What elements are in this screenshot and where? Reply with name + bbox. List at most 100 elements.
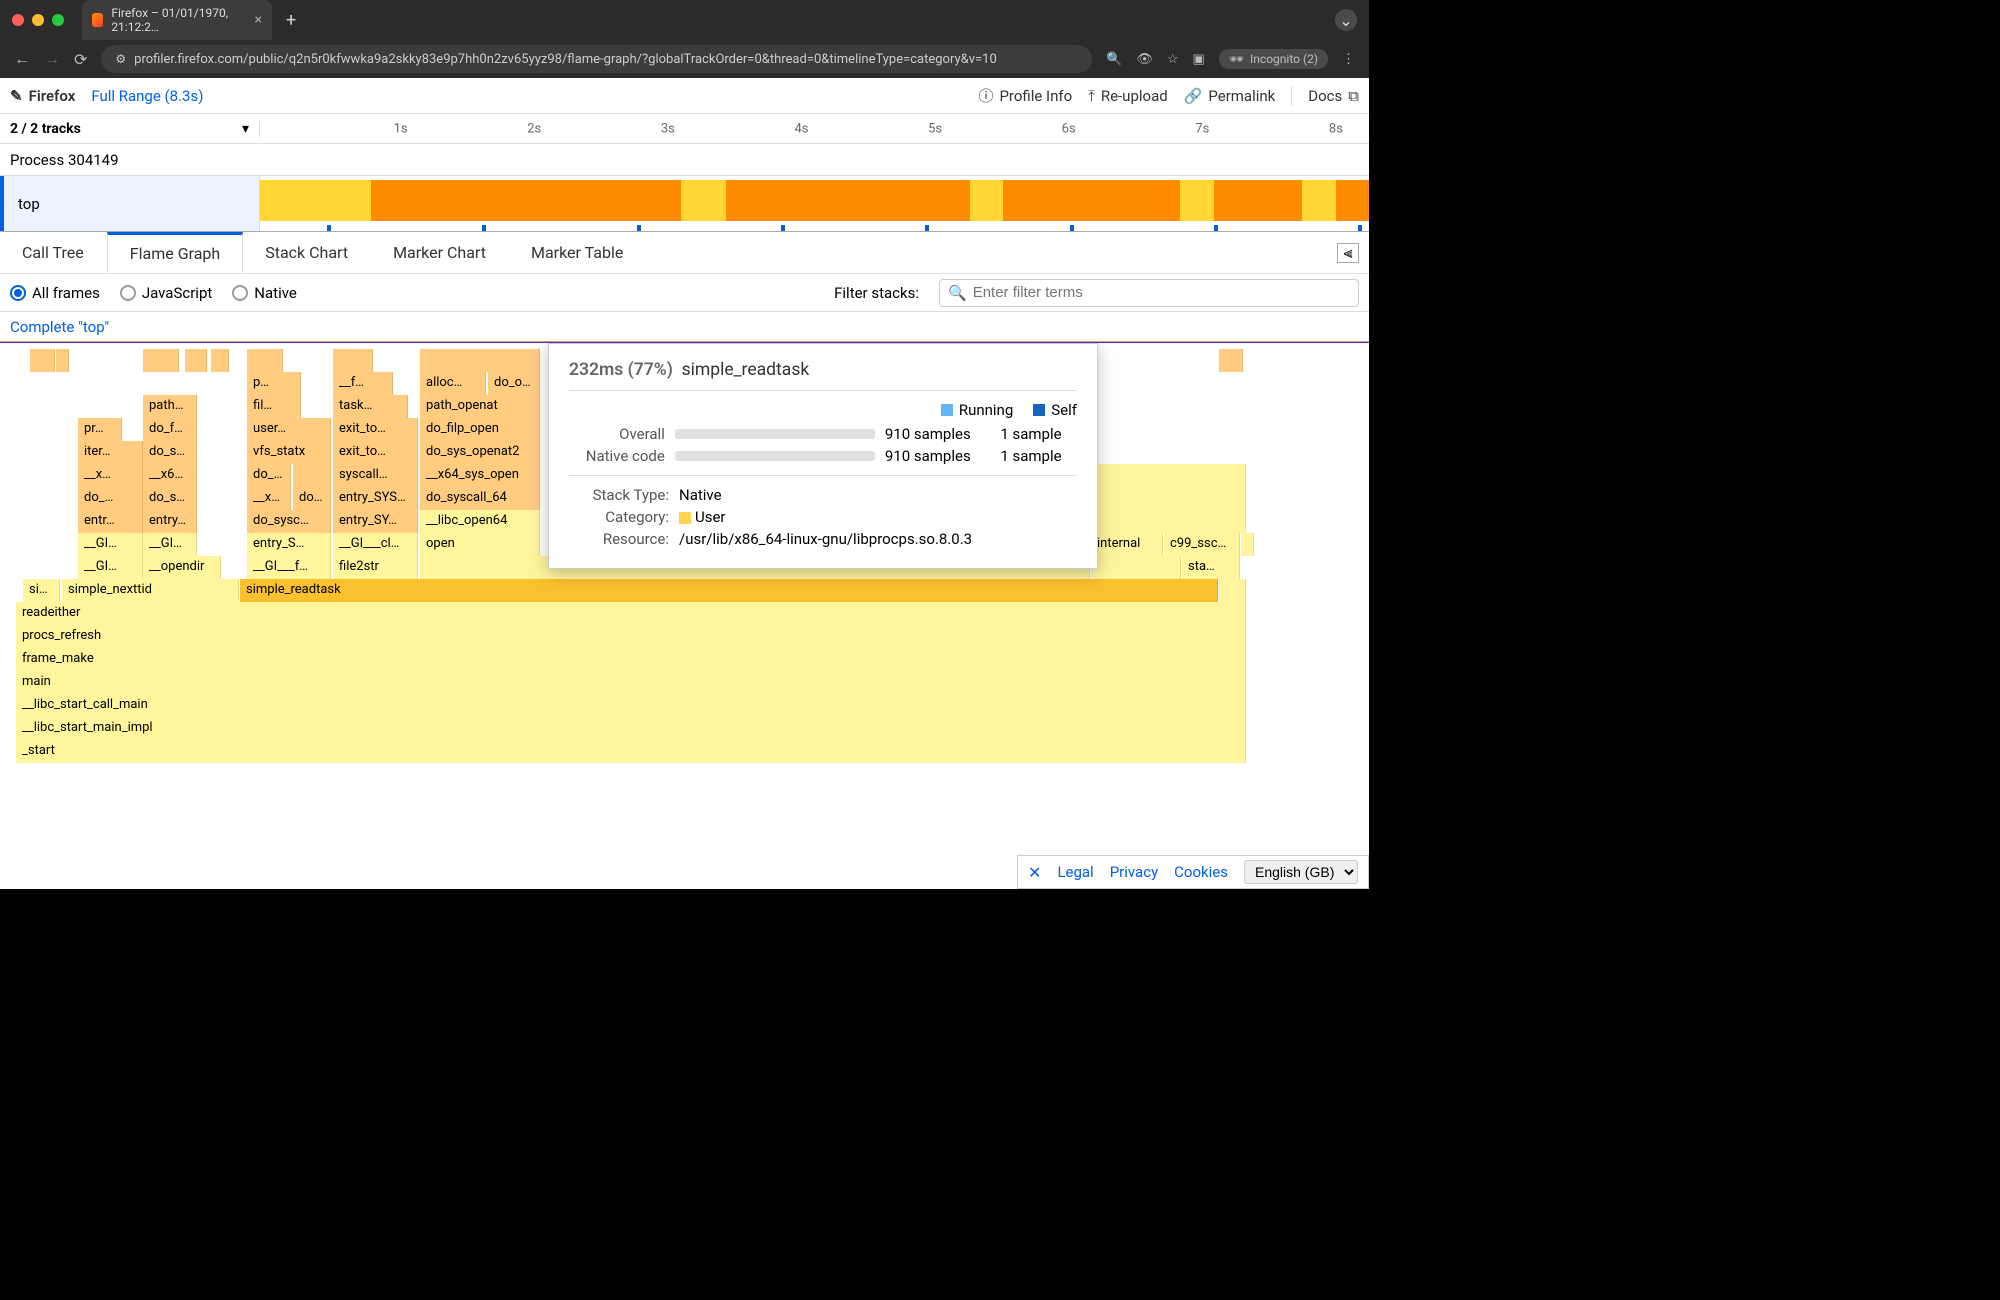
- flame-frame[interactable]: do_f…: [143, 418, 197, 441]
- reupload-button[interactable]: ⤒Re-upload: [1088, 87, 1168, 105]
- process-row[interactable]: Process 304149: [0, 144, 1369, 176]
- flame-frame[interactable]: c99_sscanf: [1164, 533, 1240, 556]
- flame-frame[interactable]: entr…: [78, 510, 143, 533]
- thread-label[interactable]: top: [0, 176, 260, 231]
- flame-frame[interactable]: exit_to…: [333, 441, 418, 464]
- back-icon[interactable]: ←: [14, 49, 30, 69]
- cookies-link[interactable]: Cookies: [1174, 863, 1228, 881]
- flame-frame[interactable]: p…: [247, 372, 301, 395]
- flame-frame[interactable]: __libc_start_main_impl: [16, 717, 1246, 740]
- breadcrumb-link[interactable]: Complete "top": [10, 318, 109, 336]
- flame-frame[interactable]: task…: [333, 395, 408, 418]
- flame-frame[interactable]: entry_SYSCALL: [333, 487, 418, 510]
- profile-name[interactable]: ✎ Firefox: [10, 87, 75, 105]
- flame-frame[interactable]: [1219, 349, 1243, 372]
- flame-frame[interactable]: __x…: [78, 464, 143, 487]
- flame-frame[interactable]: [185, 349, 207, 372]
- flame-frame[interactable]: [1241, 533, 1254, 556]
- flame-frame[interactable]: sta…: [1182, 556, 1240, 579]
- filter-input[interactable]: [973, 284, 1350, 301]
- flame-frame[interactable]: [56, 349, 69, 372]
- flame-frame[interactable]: do_sysc…: [293, 487, 331, 510]
- flame-frame[interactable]: [1091, 510, 1246, 533]
- permalink-button[interactable]: 🔗Permalink: [1184, 87, 1276, 105]
- flame-frame[interactable]: [420, 349, 540, 372]
- flame-frame[interactable]: [1091, 464, 1246, 487]
- flame-frame[interactable]: [42, 349, 55, 372]
- flame-frame[interactable]: __GI…: [78, 533, 143, 556]
- profile-info-button[interactable]: ⓘProfile Info: [978, 85, 1072, 106]
- flame-frame[interactable]: path…: [143, 395, 197, 418]
- flame-frame[interactable]: path_openat: [420, 395, 540, 418]
- thread-activity[interactable]: [260, 176, 1369, 231]
- flame-frame[interactable]: [211, 349, 229, 372]
- flame-frame[interactable]: do_filp_open: [420, 418, 540, 441]
- flame-frame[interactable]: readeither: [16, 602, 1246, 625]
- flame-frame[interactable]: fil…: [247, 395, 301, 418]
- tab-flame-graph[interactable]: Flame Graph: [107, 232, 243, 273]
- radio-javascript[interactable]: JavaScript: [120, 284, 212, 302]
- reload-icon[interactable]: ⟳: [74, 50, 87, 69]
- flame-frame[interactable]: do_sys_openat2: [420, 441, 540, 464]
- forward-icon[interactable]: →: [44, 49, 60, 69]
- flame-frame[interactable]: __opendir: [143, 556, 221, 579]
- tab-close-icon[interactable]: ×: [255, 12, 262, 28]
- language-select[interactable]: English (GB): [1244, 860, 1358, 884]
- zoom-icon[interactable]: 🔍: [1106, 52, 1122, 67]
- footer-close-icon[interactable]: ✕: [1028, 863, 1041, 882]
- flame-frame[interactable]: procs_refresh: [16, 625, 1246, 648]
- flame-frame[interactable]: do_open: [488, 372, 540, 395]
- docs-button[interactable]: Docs⧉: [1308, 87, 1359, 105]
- flame-frame[interactable]: alloc…: [420, 372, 486, 395]
- flame-frame[interactable]: entry_S…: [247, 533, 331, 556]
- flame-frame[interactable]: [1219, 579, 1246, 602]
- flame-frame[interactable]: internal: [1091, 533, 1163, 556]
- flame-frame[interactable]: do_…: [78, 487, 143, 510]
- range-selector[interactable]: Full Range (8.3s): [91, 87, 203, 105]
- tab-call-tree[interactable]: Call Tree: [0, 232, 107, 273]
- collapse-sidebar-icon[interactable]: ⫷: [1337, 243, 1359, 263]
- legal-link[interactable]: Legal: [1057, 863, 1093, 881]
- flame-frame[interactable]: entry…: [143, 510, 197, 533]
- flame-frame[interactable]: _start: [16, 740, 1246, 763]
- flame-frame[interactable]: __x64…: [247, 487, 291, 510]
- flame-frame[interactable]: [333, 349, 373, 372]
- flame-frame[interactable]: entry_SY…: [333, 510, 418, 533]
- tune-icon[interactable]: ⚙: [115, 52, 126, 66]
- flame-frame[interactable]: user…: [247, 418, 331, 441]
- flame-frame[interactable]: vfs_statx: [247, 441, 331, 464]
- flame-frame[interactable]: [1091, 556, 1181, 579]
- flame-frame[interactable]: do_s…: [143, 487, 197, 510]
- minimize-window-icon[interactable]: [32, 14, 44, 26]
- url-field[interactable]: ⚙ profiler.firefox.com/public/q2n5r0kfww…: [101, 45, 1092, 73]
- maximize-window-icon[interactable]: [52, 14, 64, 26]
- flame-frame[interactable]: [143, 349, 179, 372]
- flame-frame[interactable]: syscall…: [333, 464, 418, 487]
- flame-frame[interactable]: do_s…: [143, 441, 197, 464]
- browser-tab[interactable]: Firefox – 01/01/1970, 21:12:2… ×: [82, 0, 272, 40]
- flame-frame[interactable]: __x6…: [143, 464, 197, 487]
- tab-marker-chart[interactable]: Marker Chart: [371, 232, 509, 273]
- menu-icon[interactable]: ⋮: [1342, 52, 1355, 67]
- flame-frame[interactable]: open: [420, 533, 540, 556]
- eye-off-icon[interactable]: 👁: [1136, 52, 1153, 67]
- flame-frame[interactable]: __libc_start_call_main: [16, 694, 1246, 717]
- flame-frame[interactable]: file2str: [333, 556, 418, 579]
- tracks-selector[interactable]: 2 / 2 tracks ▾: [0, 121, 260, 137]
- flame-frame[interactable]: __GI…: [143, 533, 197, 556]
- flame-graph[interactable]: 232ms (77%) simple_readtask Running Self…: [0, 342, 1369, 889]
- privacy-link[interactable]: Privacy: [1110, 863, 1158, 881]
- flame-frame[interactable]: [247, 349, 283, 372]
- incognito-badge[interactable]: 🕶 Incognito (2): [1219, 49, 1328, 69]
- flame-frame[interactable]: iter…: [78, 441, 143, 464]
- flame-frame[interactable]: [293, 464, 331, 487]
- flame-frame[interactable]: __x64_sys_open: [420, 464, 540, 487]
- flame-frame[interactable]: __GI…: [78, 556, 143, 579]
- flame-frame[interactable]: do_sysc…: [247, 510, 331, 533]
- flame-frame[interactable]: si…: [23, 579, 60, 602]
- flame-frame[interactable]: simple_readtask: [240, 579, 1218, 602]
- tab-stack-chart[interactable]: Stack Chart: [243, 232, 371, 273]
- flame-frame[interactable]: do_syscall_64: [420, 487, 540, 510]
- close-window-icon[interactable]: [12, 14, 24, 26]
- flame-frame[interactable]: main: [16, 671, 1246, 694]
